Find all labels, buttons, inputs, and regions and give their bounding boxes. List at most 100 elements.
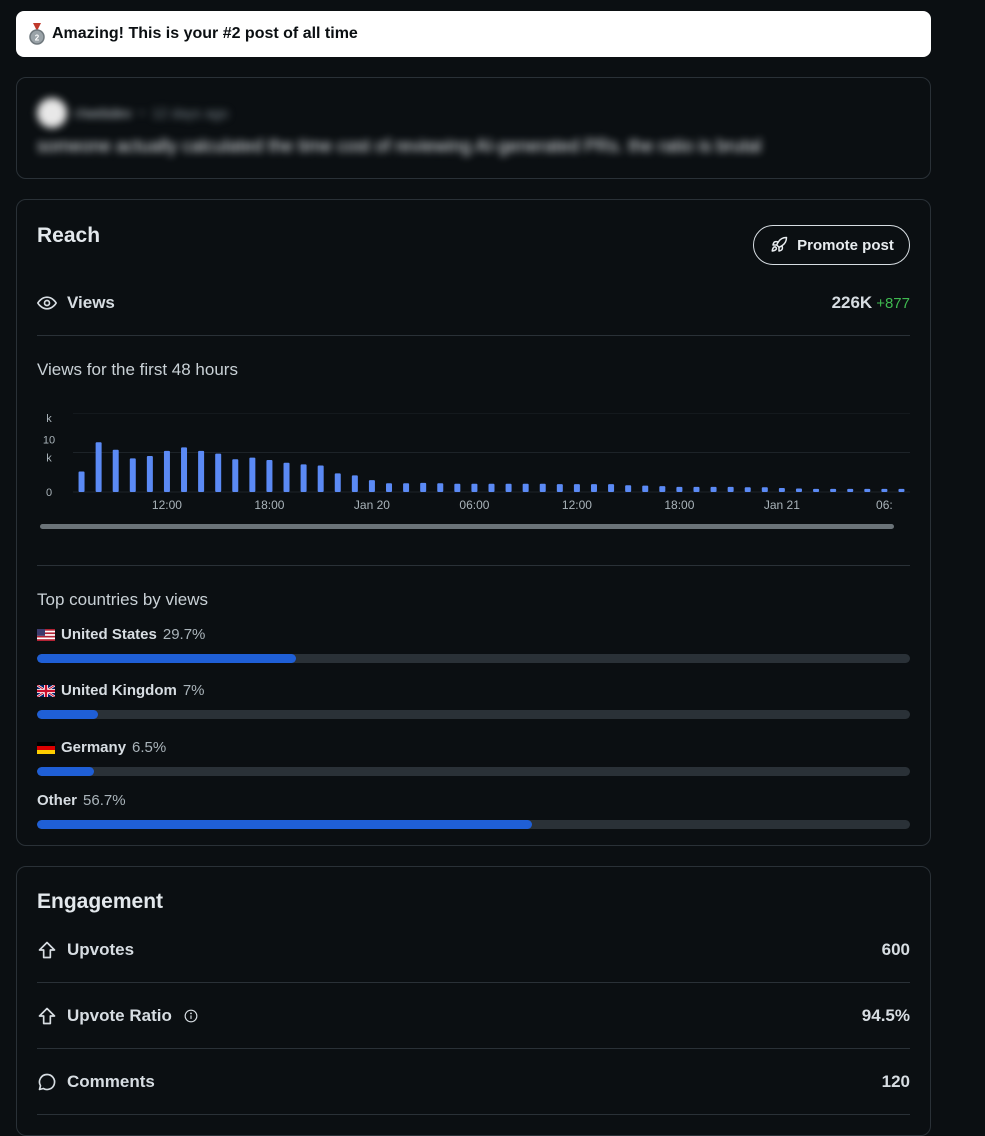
country-bar-track xyxy=(37,710,910,719)
chart-bar xyxy=(522,483,529,492)
chart-bar xyxy=(761,487,768,492)
post-title[interactable]: someone actually calculated the time cos… xyxy=(37,136,761,157)
chart-bar xyxy=(232,459,239,492)
country-bar-track xyxy=(37,820,910,829)
chart-y-tick-label: 10 xyxy=(43,435,55,447)
country-item-us: United States 29.7% xyxy=(37,626,910,666)
country-name: United States xyxy=(61,626,157,643)
chart-bar xyxy=(386,483,393,492)
chart-x-tick-label: Jan 21 xyxy=(764,498,800,512)
chart-bar xyxy=(590,484,597,492)
country-name: Other xyxy=(37,792,78,809)
countries-title: Top countries by views xyxy=(37,590,209,609)
country-item-de: Germany 6.5% xyxy=(37,739,910,779)
eye-icon xyxy=(37,293,57,313)
country-bar-fill xyxy=(37,710,99,719)
country-pct: 7% xyxy=(182,682,205,699)
chart-bar xyxy=(488,483,495,492)
chart-bar xyxy=(198,450,205,492)
subreddit-name[interactable]: r/webdev xyxy=(75,105,132,121)
chart-bar xyxy=(454,483,461,492)
comments-value: 120 xyxy=(881,1071,910,1091)
country-item-uk: United Kingdom 7% xyxy=(37,682,910,722)
upvote-ratio-row: Upvote Ratio 94.5% xyxy=(37,983,910,1049)
post-age: 12 days ago xyxy=(152,105,229,121)
country-bar-track xyxy=(37,767,910,776)
chart-bar xyxy=(317,465,324,492)
engagement-title: Engagement xyxy=(37,890,164,913)
views-label: Views xyxy=(67,292,115,312)
chart-bar xyxy=(266,460,273,492)
chart-bar xyxy=(710,486,717,492)
country-name: United Kingdom xyxy=(61,682,177,699)
banner-text: Amazing! This is your #2 post of all tim… xyxy=(52,25,358,42)
chart-x-tick-label: 18:00 xyxy=(254,498,284,512)
chart-bar xyxy=(471,483,478,492)
chart-x-tick-label: 18:00 xyxy=(664,498,694,512)
chart-bar xyxy=(420,482,427,492)
chart-bar xyxy=(368,480,375,492)
subreddit-avatar xyxy=(37,98,67,128)
chart-bar xyxy=(249,457,256,492)
chart-bar xyxy=(778,488,785,492)
chart-bar xyxy=(659,486,666,492)
chart-bar xyxy=(727,486,734,492)
chart-bar xyxy=(181,447,188,492)
chart-bar xyxy=(129,458,136,492)
promote-post-button[interactable]: Promote post xyxy=(753,225,910,265)
chart-bar xyxy=(795,488,802,492)
views-chart: 010k20k12:0018:00Jan 2006:0012:0018:00Ja… xyxy=(37,395,910,548)
country-pct: 6.5% xyxy=(132,739,167,756)
views-chart-svg: 010k20k12:0018:00Jan 2006:0012:0018:00Ja… xyxy=(40,395,910,529)
chart-bar xyxy=(215,453,222,492)
country-bar-fill xyxy=(37,767,94,776)
views-value: 226K xyxy=(831,292,873,312)
chart-bar xyxy=(642,485,649,492)
chart-bar xyxy=(437,483,444,492)
chart-bar xyxy=(334,473,341,492)
chart-bar xyxy=(163,450,170,492)
upvote-ratio-label: Upvote Ratio xyxy=(67,1005,172,1025)
country-bar-track xyxy=(37,654,910,663)
views-row: Views 226K +877 xyxy=(37,270,910,336)
chart-bar xyxy=(351,475,358,492)
svg-text:2: 2 xyxy=(35,34,40,43)
comments-row: Comments 120 xyxy=(37,1049,910,1115)
chart-bar xyxy=(693,486,700,492)
chart-x-tick-label: Jan 20 xyxy=(354,498,390,512)
post-preview-card[interactable]: r/webdev • 12 days ago someone actually … xyxy=(16,77,931,179)
de-flag-icon xyxy=(37,741,55,754)
chart-x-tick-label: 06:00 xyxy=(459,498,489,512)
chart-y-tick-label: k xyxy=(46,413,52,425)
chart-bar xyxy=(898,488,905,492)
country-bar-fill xyxy=(37,820,532,829)
chart-bar xyxy=(300,464,307,492)
chart-bar xyxy=(847,488,854,492)
comment-icon xyxy=(37,1072,57,1092)
chart-x-tick-label: 06: xyxy=(876,498,893,512)
chart-caption: Views for the first 48 hours xyxy=(37,360,238,379)
chart-bar xyxy=(625,485,632,492)
chart-bar xyxy=(676,486,683,492)
country-pct: 29.7% xyxy=(162,626,206,643)
chart-bar xyxy=(403,483,410,492)
post-meta: r/webdev • 12 days ago xyxy=(37,98,228,128)
chart-bar xyxy=(112,449,119,492)
chart-y-tick-label: k xyxy=(46,453,52,465)
upvotes-row: Upvotes 600 xyxy=(37,917,910,983)
chart-bar xyxy=(813,488,820,492)
upvote-icon xyxy=(37,1006,57,1026)
chart-bar xyxy=(864,488,871,492)
achievement-banner: 2 Amazing! This is your #2 post of all t… xyxy=(16,11,931,57)
medal-icon: 2 xyxy=(28,23,46,45)
us-flag-icon xyxy=(37,628,55,641)
info-icon[interactable] xyxy=(184,1009,198,1023)
country-item-other: Other 56.7% xyxy=(37,792,910,832)
chart-bar xyxy=(505,483,512,492)
chart-bar xyxy=(573,484,580,492)
chart-bar xyxy=(539,483,546,492)
meta-separator: • xyxy=(139,106,145,120)
reach-card: Reach Promote post Views 226K +877 Views… xyxy=(16,199,931,846)
country-name: Germany xyxy=(61,739,127,756)
chart-bar xyxy=(146,456,153,492)
